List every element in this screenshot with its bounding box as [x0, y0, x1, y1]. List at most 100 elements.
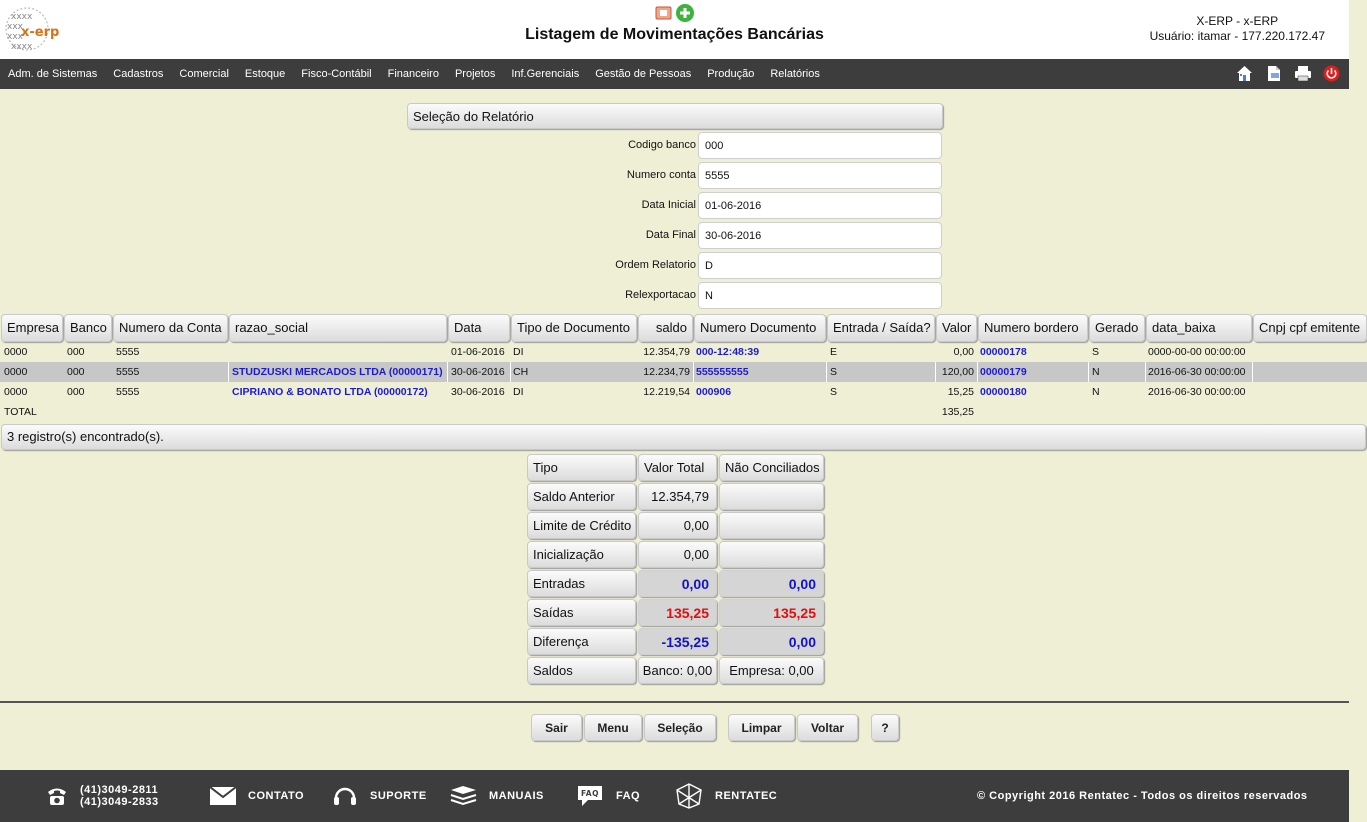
summary-nao-conciliado: 0,00: [719, 628, 824, 655]
cell-banco: 000: [67, 366, 85, 378]
menu-inf-gerenciais[interactable]: Inf.Gerenciais: [511, 68, 579, 80]
data-inicial-input[interactable]: [698, 192, 942, 219]
col-tipo-documento[interactable]: Tipo de Documento: [511, 314, 637, 342]
cell-razao-social[interactable]: STUDZUSKI MERCADOS LTDA (00000171): [232, 362, 443, 382]
footer-phones: (41)3049-2811 (41)3049-2833: [46, 770, 159, 822]
col-razao-social[interactable]: razao_social: [229, 314, 447, 342]
summary-nao-conciliado: [719, 483, 824, 510]
add-icon: [676, 4, 694, 22]
help-button[interactable]: ?: [871, 714, 899, 741]
field-ordem-relatorio: Ordem Relatorio: [407, 252, 943, 280]
home-icon[interactable]: [1235, 64, 1254, 83]
menu-projetos[interactable]: Projetos: [455, 68, 495, 80]
menu-estoque[interactable]: Estoque: [245, 68, 285, 80]
cell-bordero[interactable]: 00000180: [980, 382, 1027, 402]
cell-entrada-saida: S: [830, 366, 838, 378]
cell-bordero[interactable]: 00000179: [980, 362, 1027, 382]
summary-label: Entradas: [527, 570, 636, 597]
cell-data: 01-06-2016: [451, 346, 505, 358]
cell-bordero[interactable]: 00000178: [980, 342, 1027, 362]
cell-razao-social[interactable]: CIPRIANO & BONATO LTDA (00000172): [232, 382, 428, 402]
suporte-label: SUPORTE: [370, 790, 427, 802]
col-numero-conta[interactable]: Numero da Conta: [113, 314, 228, 342]
total-value: 135,25: [941, 406, 974, 418]
field-codigo-banco: Codigo banco: [407, 132, 943, 160]
ordem-relatorio-input[interactable]: [698, 252, 942, 279]
col-valor[interactable]: Valor: [936, 314, 977, 342]
summary-header-tipo: Tipo: [527, 454, 636, 481]
menu-fisco-contabil[interactable]: Fisco-Contábil: [301, 68, 371, 80]
rentatec-label: RENTATEC: [715, 790, 778, 802]
power-off-icon[interactable]: [1322, 64, 1341, 83]
menu-adm-sistemas[interactable]: Adm. de Sistemas: [8, 68, 97, 80]
col-cnpj-cpf[interactable]: Cnpj cpf emitente: [1253, 314, 1367, 342]
menu-icons: [1235, 64, 1341, 83]
summary-valor: 0,00: [638, 570, 717, 597]
summary-nao-conciliado: 0,00: [719, 570, 824, 597]
table-row-selected[interactable]: 0000 000 5555 STUDZUSKI MERCADOS LTDA (0…: [0, 362, 1367, 382]
cell-documento[interactable]: 000906: [696, 382, 731, 402]
footer-faq[interactable]: FAQ FAQ: [576, 770, 640, 822]
col-banco[interactable]: Banco: [64, 314, 112, 342]
cell-data: 30-06-2016: [451, 386, 505, 398]
cell-empresa: 0000: [4, 366, 28, 378]
summary-header-nao-conciliados: Não Conciliados: [719, 454, 824, 481]
relexportacao-input[interactable]: [698, 282, 942, 309]
summary-label: Limite de Crédito: [527, 512, 636, 539]
print-icon[interactable]: [1293, 64, 1312, 83]
col-data[interactable]: Data: [448, 314, 510, 342]
cell-saldo: 12.354,79: [643, 346, 690, 358]
footer-manuais[interactable]: MANUAIS: [450, 770, 544, 822]
cell-banco: 000: [67, 346, 85, 358]
summary-header-valor-total: Valor Total: [638, 454, 717, 481]
summary-nao-conciliado: 135,25: [719, 599, 824, 626]
svg-text:FAQ: FAQ: [581, 789, 599, 798]
codigo-banco-input[interactable]: [698, 132, 942, 159]
voltar-button[interactable]: Voltar: [797, 714, 858, 741]
table-row: 0000 000 5555 CIPRIANO & BONATO LTDA (00…: [0, 382, 1367, 402]
numero-conta-input[interactable]: [698, 162, 942, 189]
field-label: Data Inicial: [641, 199, 696, 211]
menu-cadastros[interactable]: Cadastros: [113, 68, 163, 80]
cell-documento[interactable]: 555555555: [696, 362, 749, 382]
col-numero-bordero[interactable]: Numero bordero: [978, 314, 1088, 342]
selecao-button[interactable]: Seleção: [644, 714, 716, 741]
menu-relatorios[interactable]: Relatórios: [770, 68, 820, 80]
menu-financeiro[interactable]: Financeiro: [388, 68, 439, 80]
col-saldo[interactable]: saldo: [638, 314, 693, 342]
cell-entrada-saida: E: [830, 346, 838, 358]
col-data-baixa[interactable]: data_baixa: [1146, 314, 1252, 342]
field-label: Data Final: [645, 229, 696, 241]
menu-producao[interactable]: Produção: [707, 68, 754, 80]
rentatec-logo-icon: [676, 783, 703, 809]
cell-gerado: S: [1092, 346, 1100, 358]
sair-button[interactable]: Sair: [531, 714, 582, 741]
document-icon[interactable]: [1264, 64, 1283, 83]
cell-gerado: N: [1092, 366, 1100, 378]
envelope-icon: [210, 787, 236, 805]
cell-data: 30-06-2016: [451, 366, 505, 378]
data-final-input[interactable]: [698, 222, 942, 249]
header-icons: [655, 3, 697, 23]
col-empresa[interactable]: Empresa: [1, 314, 63, 342]
table-total-row: TOTAL 135,25: [0, 402, 1367, 422]
footer-contato[interactable]: CONTATO: [210, 770, 304, 822]
field-label: Ordem Relatorio: [615, 259, 696, 271]
col-numero-documento[interactable]: Numero Documento: [694, 314, 826, 342]
footer-rentatec[interactable]: RENTATEC: [676, 770, 777, 822]
table-row: 0000 000 5555 01-06-2016 DI 12.354,79 00…: [0, 342, 1367, 362]
limpar-button[interactable]: Limpar: [728, 714, 795, 741]
col-gerado[interactable]: Gerado: [1089, 314, 1145, 342]
menu-gestao-pessoas[interactable]: Gestão de Pessoas: [595, 68, 691, 80]
col-entrada-saida[interactable]: Entrada / Saída?: [827, 314, 935, 342]
header: xxxx xxx xxx xxxx x-erp Listagem de Movi…: [0, 0, 1349, 59]
field-relexportacao: Relexportacao: [407, 282, 943, 310]
cell-documento[interactable]: 000-12:48:39: [696, 342, 759, 362]
menu-comercial[interactable]: Comercial: [179, 68, 229, 80]
footer-copyright: © Copyright 2016 Rentatec - Todos os dir…: [977, 790, 1308, 802]
selection-panel-header: Seleção do Relatório: [407, 103, 943, 129]
field-data-inicial: Data Inicial: [407, 192, 943, 220]
menu-button[interactable]: Menu: [584, 714, 642, 741]
footer-suporte[interactable]: SUPORTE: [332, 770, 427, 822]
cell-data-baixa: 2016-06-30 00:00:00: [1148, 386, 1246, 398]
